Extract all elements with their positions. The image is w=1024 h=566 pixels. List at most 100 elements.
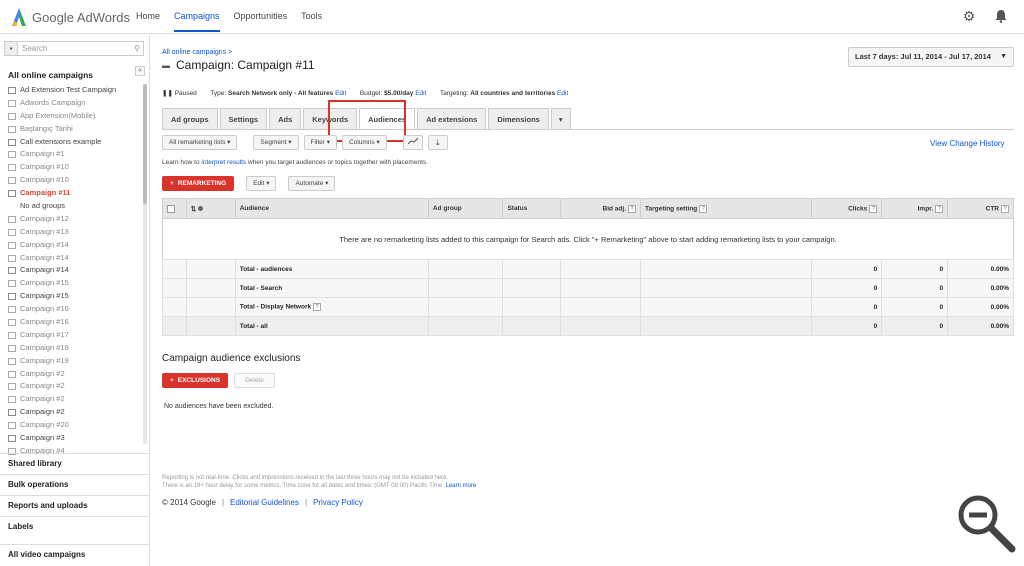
sidebar-campaign-item[interactable]: Campaign #11 [8, 187, 142, 200]
tab-dimensions[interactable]: Dimensions [488, 108, 549, 129]
help-icon[interactable]: ? [699, 204, 708, 213]
columns-button[interactable]: Columns ▾ [342, 135, 387, 150]
segment-button[interactable]: Segment ▾ [253, 135, 299, 150]
date-range-picker[interactable]: Last 7 days: Jul 11, 2014 - Jul 17, 2014… [848, 47, 1014, 67]
tab-ad-extensions[interactable]: Ad extensions [417, 108, 487, 129]
sidebar-shared-library[interactable]: Shared library [0, 453, 149, 473]
sidebar-campaign-item[interactable]: Campaign #12 [8, 213, 142, 226]
nav-home[interactable]: Home [136, 11, 160, 32]
download-icon[interactable]: ⤓ [427, 135, 448, 150]
filter-button[interactable]: Filter ▾ [303, 135, 338, 150]
tab-ads[interactable]: Ads [269, 108, 302, 129]
folder-icon[interactable]: ▪ [4, 41, 18, 56]
sidebar-campaign-item[interactable]: Campaign #3 [8, 432, 142, 445]
status-dot-header[interactable]: ⇅ [185, 198, 236, 219]
sidebar-campaign-label: Campaign #2 [20, 381, 65, 391]
gear-icon[interactable]: ⚙ [962, 9, 976, 23]
delete-button[interactable]: Delete [234, 373, 275, 388]
sidebar-campaign-item[interactable]: Campaign #15 [8, 290, 142, 303]
sidebar-title[interactable]: All online campaigns [8, 70, 93, 80]
sidebar-campaign-item[interactable]: Campaign #14 [8, 239, 142, 252]
scrollbar-thumb[interactable] [143, 84, 147, 204]
add-exclusions-button[interactable]: + EXCLUSIONS [162, 373, 229, 388]
sidebar-campaign-item[interactable]: Campaign #15 [8, 277, 142, 290]
col-audience[interactable]: Audience [234, 198, 429, 219]
sidebar-campaign-item[interactable]: Campaign #10 [8, 161, 142, 174]
search-input[interactable]: Search ⚲ [18, 41, 144, 56]
sidebar-video-campaigns[interactable]: All video campaigns [0, 544, 149, 564]
sidebar-campaign-item[interactable]: No ad groups [8, 200, 142, 213]
edit-type-link[interactable]: Edit [335, 90, 346, 97]
tab-more-dropdown[interactable]: ▾ [550, 108, 571, 129]
view-change-history-link[interactable]: View Change History [930, 139, 1005, 148]
sidebar-campaign-item[interactable]: Campaign #20 [8, 419, 142, 432]
nav-campaigns[interactable]: Campaigns [174, 11, 220, 32]
automate-button[interactable]: Automate ▾ [288, 176, 336, 191]
campaign-icon [8, 280, 16, 288]
sidebar-labels[interactable]: Labels [0, 516, 149, 536]
sidebar-campaign-item[interactable]: Campaign #2 [8, 368, 142, 381]
sidebar-campaign-item[interactable]: Campaign #14 [8, 252, 142, 265]
col-targeting-setting[interactable]: Targeting setting? [640, 198, 813, 219]
editorial-guidelines-link[interactable]: Editorial Guidelines [230, 498, 299, 507]
sidebar-bulk-operations[interactable]: Bulk operations [0, 474, 149, 494]
col-ad-group[interactable]: Ad group [427, 198, 504, 219]
campaign-icon: ▬ [162, 60, 170, 70]
help-icon[interactable]: ? [869, 204, 878, 213]
sidebar-reports-uploads[interactable]: Reports and uploads [0, 495, 149, 515]
breadcrumb[interactable]: All online campaigns > [162, 49, 232, 56]
sidebar-scrollbar[interactable] [143, 84, 147, 444]
adwords-logo[interactable]: Google AdWords [12, 8, 130, 26]
sidebar-campaign-item[interactable]: Campaign #13 [8, 226, 142, 239]
sidebar-campaign-label: App Extension(Mobile) [20, 110, 96, 120]
col-bid-adj[interactable]: Bid adj.? [560, 198, 642, 219]
sidebar-campaign-item[interactable]: Campaign #18 [8, 342, 142, 355]
campaign-icon [8, 422, 16, 430]
privacy-policy-link[interactable]: Privacy Policy [313, 498, 363, 507]
add-remarketing-button[interactable]: + REMARKETING [162, 176, 235, 191]
help-icon[interactable]: ? [935, 204, 944, 213]
col-clicks[interactable]: Clicks? [811, 198, 883, 219]
col-ctr[interactable]: CTR? [947, 198, 1014, 219]
nav-opportunities[interactable]: Opportunities [234, 11, 288, 32]
sidebar-campaign-item[interactable]: Campaign #2 [8, 393, 142, 406]
exclusions-actions: + EXCLUSIONS Delete [162, 373, 275, 388]
sidebar-campaign-item[interactable]: Campaign #2 [8, 406, 142, 419]
sidebar-campaign-item[interactable]: Campaign #1 [8, 148, 142, 161]
type-value: Search Network only - All features [228, 90, 334, 97]
col-impr[interactable]: Impr.? [881, 198, 949, 219]
sidebar-campaign-item[interactable]: App Extension(Mobile) [8, 110, 142, 123]
help-icon[interactable]: ? [313, 303, 322, 311]
col-status[interactable]: Status [502, 198, 562, 219]
sidebar-campaign-item[interactable]: Ad Extension Test Campaign [8, 84, 142, 97]
edit-button[interactable]: Edit ▾ [246, 176, 277, 191]
sidebar-campaign-item[interactable]: Başlangıç Tarihi [8, 123, 142, 136]
nav-tools[interactable]: Tools [301, 11, 322, 32]
sidebar-campaign-item[interactable]: Campaign #17 [8, 329, 142, 342]
total-display-impr: 0 [881, 297, 949, 317]
select-all-checkbox[interactable] [167, 204, 175, 213]
tab-settings[interactable]: Settings [219, 108, 268, 129]
sidebar-campaign-item[interactable]: Adwords Campaign [8, 97, 142, 110]
help-icon[interactable]: ? [1001, 204, 1009, 213]
collapse-sidebar-button[interactable]: « [135, 66, 145, 76]
edit-budget-link[interactable]: Edit [415, 90, 426, 97]
sidebar-campaign-item[interactable]: Call extensions example [8, 136, 142, 149]
learn-more-link[interactable]: Learn more [446, 483, 477, 489]
chart-icon[interactable] [402, 135, 423, 150]
campaign-icon [8, 112, 16, 120]
sidebar-campaign-item[interactable]: Campaign #10 [8, 174, 142, 187]
zoom-out-icon[interactable] [954, 491, 1018, 555]
sidebar-campaign-item[interactable]: Campaign #14 [8, 264, 142, 277]
sidebar-campaign-item[interactable]: Campaign #16 [8, 316, 142, 329]
edit-targeting-link[interactable]: Edit [557, 90, 568, 97]
bell-icon[interactable] [994, 9, 1008, 23]
remarketing-lists-filter[interactable]: All remarketing lists ▾ [162, 135, 238, 150]
sidebar-campaign-item[interactable]: Campaign #19 [8, 355, 142, 368]
sidebar-campaign-item[interactable]: Campaign #2 [8, 380, 142, 393]
help-icon[interactable]: ? [628, 204, 637, 213]
tab-ad-groups[interactable]: Ad groups [162, 108, 218, 129]
sidebar-campaign-item[interactable]: Campaign #16 [8, 303, 142, 316]
total-search-impr: 0 [881, 278, 949, 298]
interpret-results-link[interactable]: interpret results [201, 159, 246, 166]
